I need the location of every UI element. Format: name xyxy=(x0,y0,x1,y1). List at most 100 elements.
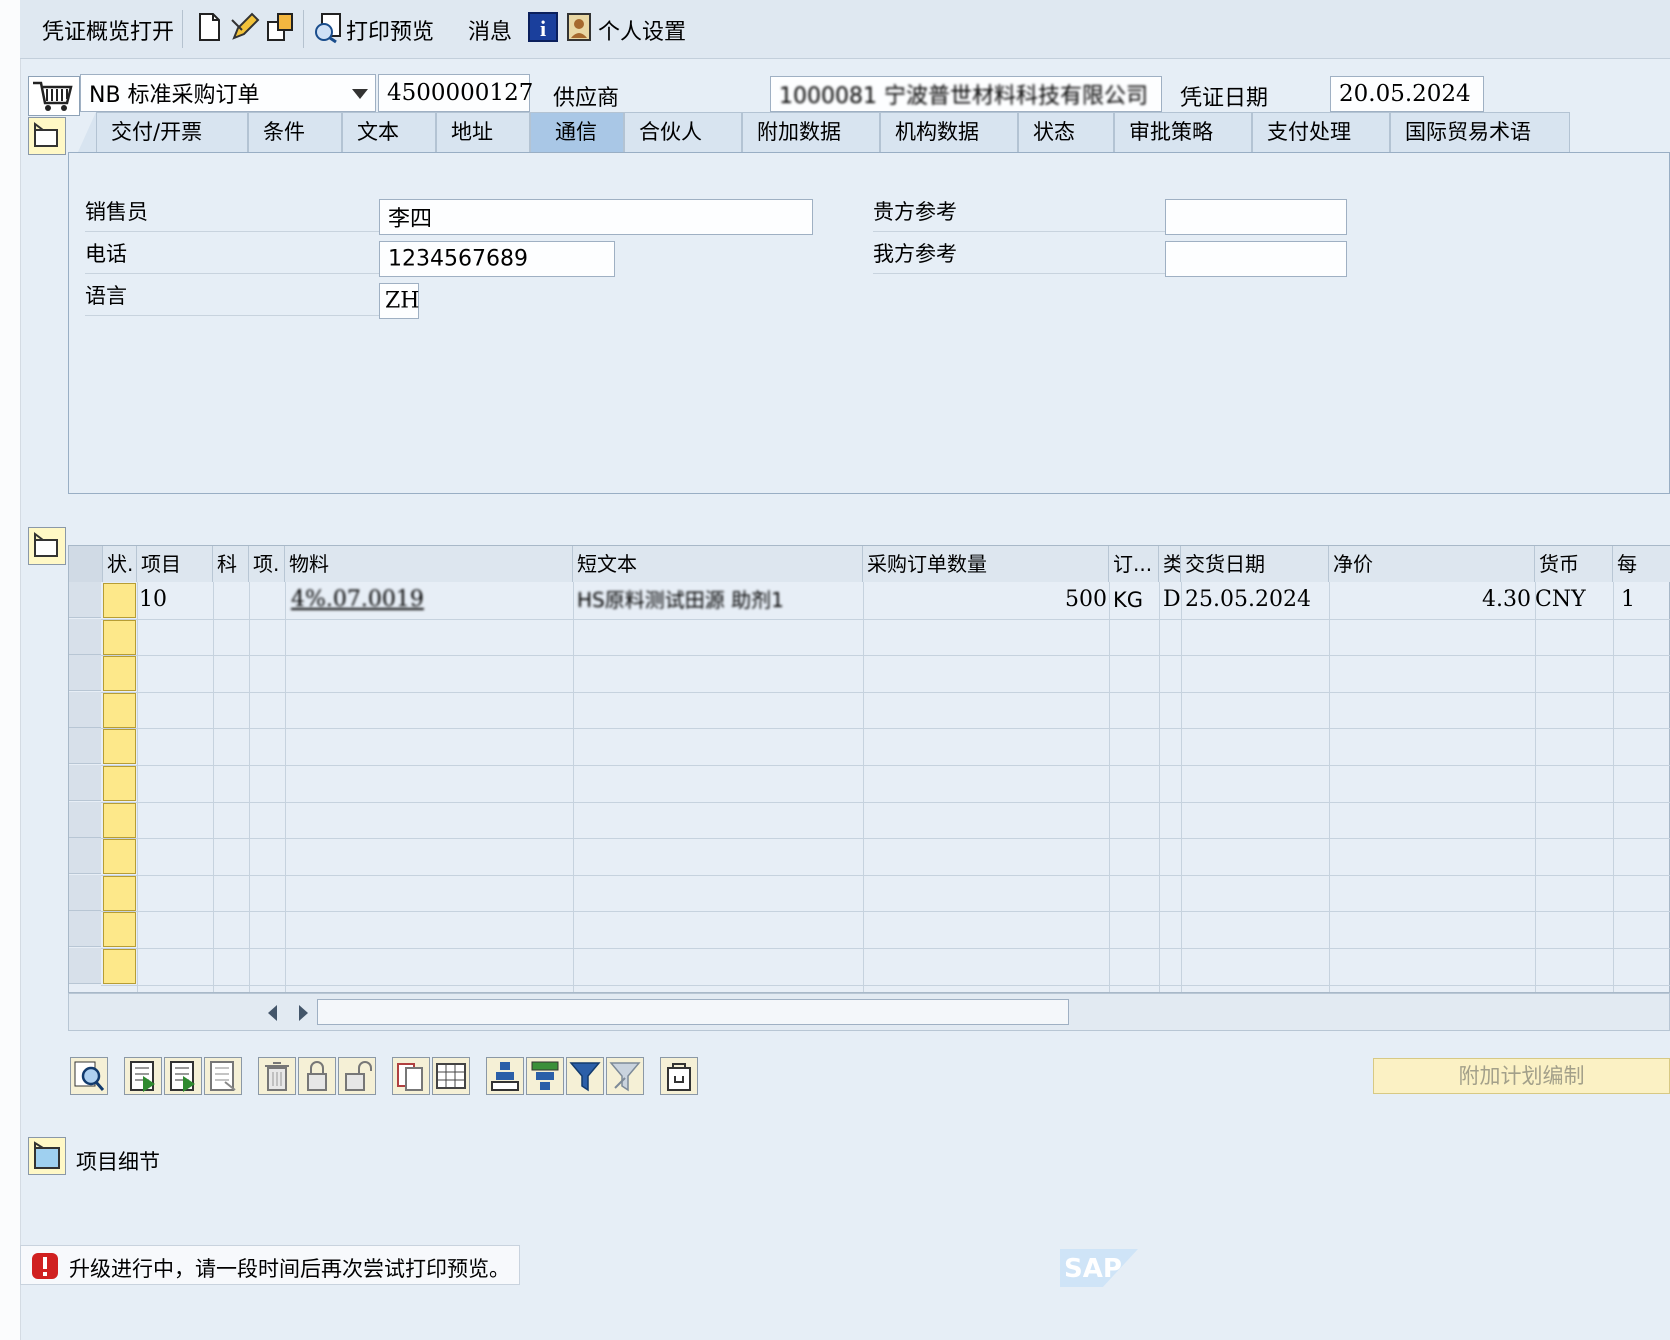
copy-item-button[interactable] xyxy=(204,1057,242,1095)
row-selector[interactable] xyxy=(69,728,101,765)
row1-currency[interactable]: CNY xyxy=(1535,582,1586,618)
status-bar[interactable]: 升级进行中，请一段时间后再次尝试打印预览。 xyxy=(20,1245,520,1285)
print-preview-button[interactable]: 打印预览 xyxy=(346,14,434,46)
row-selector[interactable] xyxy=(69,948,101,984)
row-selector[interactable] xyxy=(69,911,101,948)
col-header-account[interactable]: 科 xyxy=(213,546,249,582)
chevron-down-icon[interactable] xyxy=(351,88,369,100)
item-overview-button[interactable] xyxy=(70,1057,108,1095)
sort-descending-button[interactable] xyxy=(526,1057,564,1095)
status-cell[interactable] xyxy=(103,656,136,692)
row-selector[interactable] xyxy=(69,618,101,655)
row1-net-price[interactable]: 4.30 xyxy=(1329,582,1531,618)
insert-item-button[interactable] xyxy=(164,1057,202,1095)
row-selector[interactable] xyxy=(69,801,101,838)
status-cell[interactable] xyxy=(103,583,136,618)
document-type-select[interactable]: NB 标准采购订单 xyxy=(80,74,376,112)
col-header-category[interactable]: 类 xyxy=(1159,546,1181,582)
tab-org-data[interactable]: 机构数据 xyxy=(880,112,1018,152)
col-header-currency[interactable]: 货币 xyxy=(1535,546,1613,582)
sort-ascending-button[interactable] xyxy=(486,1057,524,1095)
tab-release-strategy[interactable]: 审批策略 xyxy=(1114,112,1252,152)
unlock-item-button[interactable] xyxy=(338,1057,376,1095)
row-selector[interactable] xyxy=(69,655,101,692)
col-header-item-category[interactable]: 项. xyxy=(249,546,285,582)
copy-button[interactable] xyxy=(392,1057,430,1095)
row1-item[interactable]: 10 xyxy=(139,582,167,618)
col-header-status[interactable]: 状. xyxy=(103,546,137,582)
our-reference-field[interactable] xyxy=(1165,241,1347,277)
print-preview-icon[interactable] xyxy=(312,10,346,44)
items-collapse-button[interactable] xyxy=(28,527,66,565)
tab-conditions[interactable]: 条件 xyxy=(248,112,342,152)
phone-field[interactable]: 1234567689 xyxy=(379,241,615,277)
edit-pencil-icon[interactable] xyxy=(228,10,262,44)
additional-planning-button[interactable]: 附加计划编制 xyxy=(1373,1058,1670,1094)
col-header-order-unit[interactable]: 订... xyxy=(1109,546,1159,582)
select-all-button[interactable] xyxy=(432,1057,470,1095)
row-selector[interactable] xyxy=(69,582,101,618)
new-document-icon[interactable] xyxy=(192,10,226,44)
info-icon[interactable]: i xyxy=(526,10,560,44)
col-header-delivery-date[interactable]: 交货日期 xyxy=(1181,546,1329,582)
other-document-icon[interactable] xyxy=(264,10,298,44)
row-selector[interactable] xyxy=(69,874,101,911)
row-selector[interactable] xyxy=(69,765,101,801)
header-collapse-button[interactable] xyxy=(28,117,66,155)
tab-incoterms[interactable]: 国际贸易术语 xyxy=(1390,112,1570,152)
row1-per[interactable]: 1 xyxy=(1621,582,1635,618)
row1-delivery-date[interactable]: 25.05.2024 xyxy=(1185,582,1311,618)
scroll-thumb[interactable] xyxy=(317,999,1069,1025)
tab-communication[interactable]: 通信 xyxy=(530,112,624,152)
row-selector[interactable] xyxy=(69,838,101,875)
doc-overview-button[interactable]: 凭证概览打开 xyxy=(42,14,174,46)
col-header-short-text[interactable]: 短文本 xyxy=(573,546,863,582)
col-header-material[interactable]: 物料 xyxy=(285,546,573,582)
add-item-button[interactable] xyxy=(124,1057,162,1095)
tab-address[interactable]: 地址 xyxy=(436,112,530,152)
personal-settings-icon[interactable] xyxy=(562,10,596,44)
col-header-po-quantity[interactable]: 采购订单数量 xyxy=(863,546,1109,582)
row1-category[interactable]: D xyxy=(1163,582,1181,618)
tab-delivery-invoice[interactable]: 交付/开票 xyxy=(96,112,248,152)
tab-payment-processing[interactable]: 支付处理 xyxy=(1252,112,1390,152)
col-header-net-price[interactable]: 净价 xyxy=(1329,546,1535,582)
personal-settings-button[interactable]: 个人设置 xyxy=(598,14,686,46)
col-header-per[interactable]: 每 xyxy=(1613,546,1670,582)
lock-item-button[interactable] xyxy=(298,1057,336,1095)
delete-item-button[interactable] xyxy=(258,1057,296,1095)
filter-button[interactable] xyxy=(566,1057,604,1095)
status-cell[interactable] xyxy=(103,766,136,801)
select-all-header[interactable] xyxy=(69,546,103,582)
item-detail-toggle-button[interactable] xyxy=(28,1137,66,1175)
your-reference-field[interactable] xyxy=(1165,199,1347,235)
language-field[interactable]: ZH xyxy=(379,283,419,319)
table-horizontal-scrollbar[interactable] xyxy=(68,993,1670,1031)
tab-additional-data[interactable]: 附加数据 xyxy=(742,112,880,152)
status-cell[interactable] xyxy=(103,949,136,984)
row1-short-text[interactable]: HS原料测试田源 助剂1 xyxy=(577,582,784,618)
tab-texts[interactable]: 文本 xyxy=(342,112,436,152)
tab-status[interactable]: 状态 xyxy=(1018,112,1114,152)
status-cell[interactable] xyxy=(103,839,136,875)
status-cell[interactable] xyxy=(103,802,136,838)
tab-partners[interactable]: 合伙人 xyxy=(624,112,742,152)
row-selector[interactable] xyxy=(69,691,101,728)
shopping-bag-button[interactable] xyxy=(660,1057,698,1095)
status-cell[interactable] xyxy=(103,692,136,728)
scroll-left-icon[interactable] xyxy=(265,1004,281,1022)
status-cell[interactable] xyxy=(103,619,136,655)
scroll-right-icon[interactable] xyxy=(295,1004,311,1022)
messages-button[interactable]: 消息 xyxy=(468,14,512,46)
status-cell[interactable] xyxy=(103,912,136,948)
row1-unit[interactable]: KG xyxy=(1113,582,1143,618)
col-header-item[interactable]: 项目 xyxy=(137,546,213,582)
row1-quantity[interactable]: 500 xyxy=(863,582,1107,618)
salesperson-field[interactable]: 李四 xyxy=(379,199,813,235)
row1-material-link[interactable]: 4%.07.0019 xyxy=(291,582,424,618)
status-cell[interactable] xyxy=(103,875,136,911)
po-number-field[interactable]: 4500000127 xyxy=(378,74,533,112)
status-cell[interactable] xyxy=(103,729,136,765)
doc-date-field[interactable]: 20.05.2024 xyxy=(1330,76,1484,112)
vendor-field[interactable]: 1000081 宁波普世材料科技有限公司 xyxy=(770,76,1162,112)
